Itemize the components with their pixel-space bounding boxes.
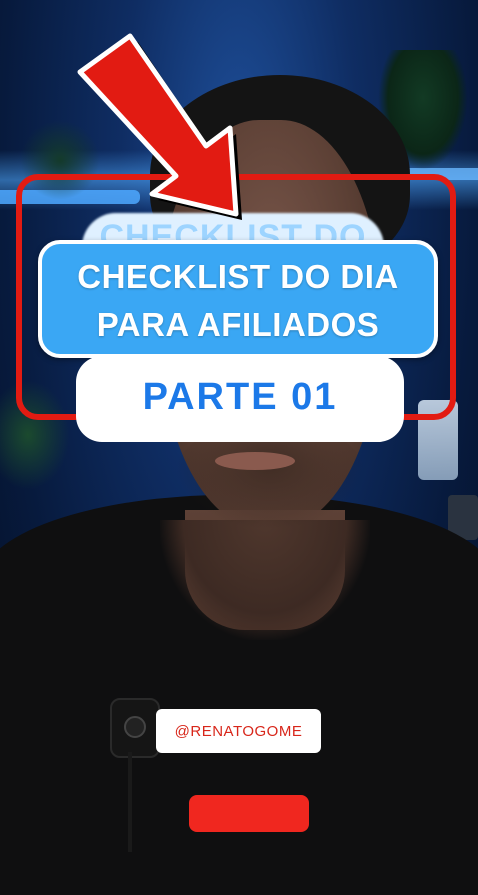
person-mouth	[215, 452, 295, 470]
red-arrow-icon	[77, 33, 242, 220]
headline-line-2: PARA AFILIADOS	[96, 306, 380, 343]
mic-capsule	[124, 716, 146, 738]
headline-card: CHECKLIST DO DIA PARA AFILIADOS	[38, 240, 438, 358]
mic-cable	[128, 752, 132, 852]
part-label: PARTE 01	[142, 376, 338, 418]
lapel-mic-icon	[110, 698, 160, 758]
person-collar	[160, 520, 370, 640]
creator-handle-text: @RENATOGOME	[174, 723, 303, 740]
headline-line-1: CHECKLIST DO DIA	[77, 258, 399, 295]
creator-handle-tag[interactable]: @RENATOGOME	[156, 709, 321, 753]
part-card: PARTE 01	[76, 356, 404, 442]
red-action-button[interactable]	[189, 795, 309, 832]
